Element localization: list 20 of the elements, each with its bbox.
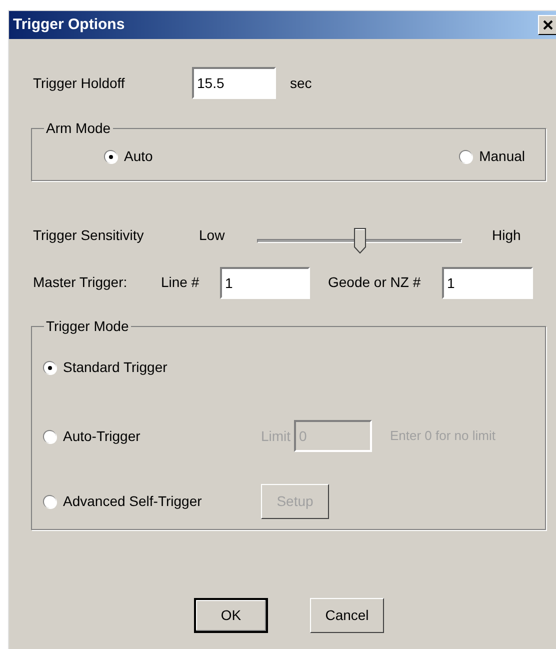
radio-button[interactable]: Standard Trigger	[43, 356, 261, 378]
radio-button[interactable]: Manual	[459, 146, 525, 167]
high-label: High	[492, 226, 521, 245]
dialog-button[interactable]: OK	[194, 598, 268, 633]
slider-thumb[interactable]	[354, 228, 366, 254]
close-button[interactable]	[538, 15, 556, 35]
geode-label: Geode or NZ #	[328, 273, 422, 292]
geode-field[interactable]: 1	[442, 266, 533, 298]
line-field[interactable]: 1	[220, 266, 310, 298]
master-trigger-label: Master Trigger:	[33, 273, 128, 292]
holdoff-label: Trigger Holdoff	[33, 74, 126, 93]
unit-label: sec	[290, 74, 312, 92]
radio-button[interactable]: Auto	[104, 146, 153, 167]
close-icon	[543, 20, 553, 30]
line-label: Line #	[161, 273, 200, 292]
window-title: Trigger Options	[13, 14, 125, 35]
holdoff-field[interactable]: 15.5	[192, 67, 276, 99]
low-label: Low	[199, 226, 226, 244]
sensitivity-label: Trigger Sensitivity	[33, 226, 145, 245]
dialog-button[interactable]: Cancel	[310, 598, 384, 633]
